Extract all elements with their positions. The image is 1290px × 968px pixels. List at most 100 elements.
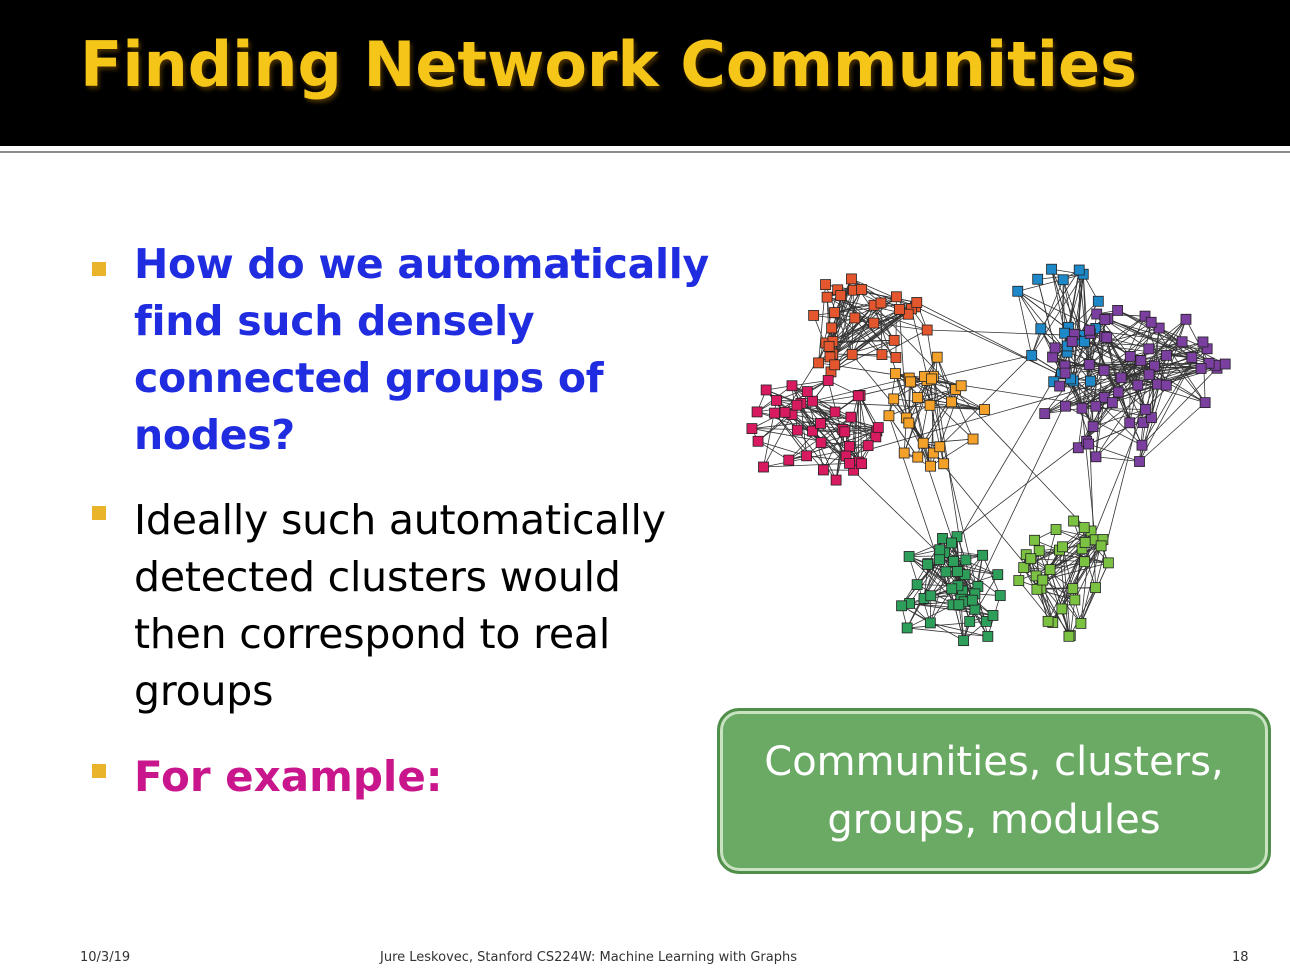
graph-node [852,390,864,402]
terminology-callout: Communities, clusters, groups, modules [717,708,1271,874]
graph-node [912,392,924,403]
graph-node [815,437,827,449]
graph-node [751,406,763,418]
graph-edge [907,627,988,637]
graph-node [872,422,884,433]
graph-node [875,297,887,309]
graph-node [771,395,782,406]
graph-node [924,617,936,629]
graph-edge [923,438,974,444]
graph-node [946,537,957,549]
graph-node [946,583,958,595]
graph-node [1199,397,1211,409]
graph-node [1143,369,1155,381]
graph-node [977,549,989,561]
graph-node [1075,618,1087,629]
graph-node [1067,583,1079,595]
graph-node [845,411,857,423]
graph-node [1078,522,1090,534]
graph-node [1057,541,1069,553]
bullet-list: How do we automatically find such densel… [92,236,732,833]
bullet-marker-icon [92,506,106,520]
graph-node [922,558,933,570]
graph-node [926,373,937,385]
graph-node [829,307,840,318]
graph-node [1112,305,1124,316]
graph-nodes [746,263,1231,647]
graph-node [1060,400,1071,412]
graph-node [1044,564,1056,575]
graph-node [1079,537,1091,548]
graph-node [1112,386,1124,398]
bullet-text: How do we automatically find such densel… [134,240,709,459]
graph-node [862,440,874,451]
graph-node [1063,630,1075,642]
graph-node [1090,400,1102,412]
graph-node [925,590,937,602]
graph-node [856,284,868,295]
slide-title: Finding Network Communities [80,28,1137,101]
graph-node [888,334,900,346]
graph-node [934,554,945,565]
graph-node [960,554,972,566]
graph-node [807,395,818,407]
graph-edge [852,354,896,358]
graph-node [946,396,957,408]
footer-page-number: 18 [1232,950,1249,965]
graph-edge [1017,273,1084,292]
graph-node [1092,295,1104,307]
graph-node [1056,603,1068,615]
graph-node [1124,417,1136,429]
graph-node [1025,553,1037,565]
graph-node [912,451,924,463]
graph-node [1039,408,1051,419]
graph-node [1069,594,1081,606]
graph-node [905,376,917,388]
graph-node [1197,336,1209,348]
graph-node [1046,263,1057,275]
graph-node [924,399,936,411]
graph-node [917,437,929,449]
graph-node [1032,273,1044,285]
graph-node [1115,372,1127,384]
graph-node [1068,515,1080,527]
graph-node [1079,556,1090,568]
graph-node [1101,332,1113,343]
graph-node [955,380,967,392]
graph-node [1066,336,1078,347]
graph-node [868,317,880,329]
graph-node [921,324,933,336]
graph-node [820,279,831,290]
graph-node [898,447,910,459]
graph-node [948,555,959,567]
graph-node [830,474,842,486]
graph-node [890,352,902,363]
graph-node [1018,562,1030,574]
graph-node [888,393,900,405]
graph-node [808,310,820,321]
graph-node [937,533,948,544]
graph-node [1180,313,1192,325]
graph-node [1160,379,1172,391]
graph-node [890,291,902,303]
callout-line-1: Communities, clusters, [764,739,1224,785]
graph-node [823,340,835,352]
graph-node [966,594,978,606]
graph-node [967,433,979,445]
bullet-item-example: For example: [92,748,732,805]
graph-node [1035,323,1047,335]
graph-node [760,384,772,396]
graph-node [1090,582,1101,594]
graph-node [1176,336,1188,348]
graph-node [746,423,758,434]
graph-node [779,406,791,418]
graph-node [890,368,901,379]
graph-node [894,303,905,315]
graph-node [1049,342,1061,354]
graph-node [1013,575,1025,586]
graph-node [1029,534,1040,546]
graph-node [876,349,888,360]
graph-node [903,551,915,562]
graph-node [835,290,847,301]
graph-node [1047,351,1058,363]
